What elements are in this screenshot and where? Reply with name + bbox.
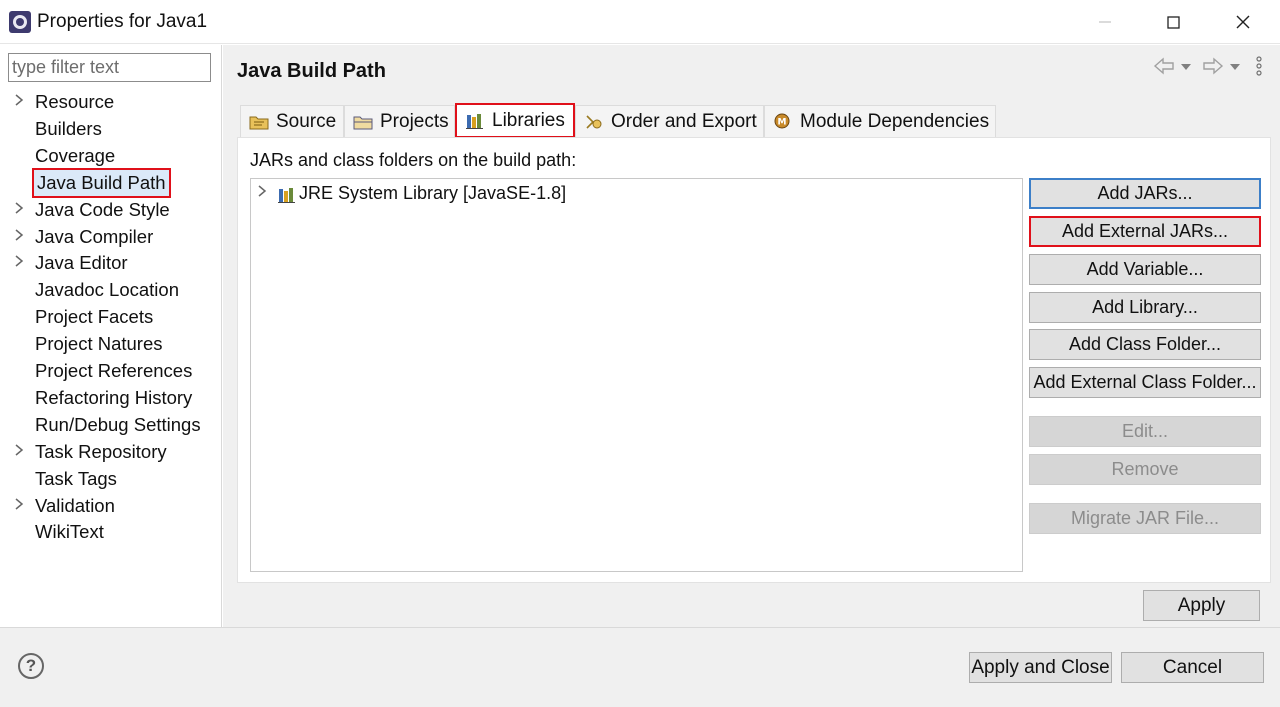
tree-item-wikitext[interactable]: WikiText <box>0 520 222 546</box>
tree-item-label: Project References <box>35 360 193 381</box>
forward-dropdown-icon[interactable] <box>1229 55 1241 77</box>
tree-item-task-repository[interactable]: Task Repository <box>0 440 222 466</box>
library-books-icon <box>278 188 295 203</box>
build-path-label: JARs and class folders on the build path… <box>250 150 577 170</box>
tab-source[interactable]: Source <box>240 105 344 137</box>
tab-label: Projects <box>380 110 449 132</box>
add-external-class-folder-button[interactable]: Add External Class Folder... <box>1029 367 1261 398</box>
expand-chevron-icon[interactable] <box>14 442 30 462</box>
minimize-button[interactable] <box>1070 0 1140 44</box>
tree-item-java-compiler[interactable]: Java Compiler <box>0 225 222 251</box>
close-icon <box>1236 15 1250 29</box>
expand-chevron-icon[interactable] <box>14 92 30 112</box>
add-jars-button[interactable]: Add JARs... <box>1029 178 1261 209</box>
add-library-button[interactable]: Add Library... <box>1029 292 1261 323</box>
tree-item-run-debug-settings[interactable]: Run/Debug Settings <box>0 413 222 439</box>
tree-item-builders[interactable]: Builders <box>0 117 222 143</box>
expand-chevron-icon[interactable] <box>257 184 267 202</box>
tab-projects[interactable]: Projects <box>344 105 455 137</box>
library-books-icon <box>466 113 483 129</box>
tree-item-validation[interactable]: Validation <box>0 494 222 520</box>
tree-item-label: Resource <box>35 91 115 112</box>
title-bar: Properties for Java1 <box>0 0 1280 44</box>
add-class-folder-button[interactable]: Add Class Folder... <box>1029 329 1261 360</box>
tree-item-label: Task Tags <box>35 468 117 489</box>
tree-item-project-facets[interactable]: Project Facets <box>0 305 222 331</box>
tree-item-label: Refactoring History <box>35 387 193 408</box>
apply-button[interactable]: Apply <box>1143 590 1260 621</box>
minimize-icon <box>1099 21 1111 23</box>
library-tree[interactable]: JRE System Library [JavaSE-1.8] <box>250 178 1023 572</box>
expand-chevron-icon[interactable] <box>14 496 30 516</box>
tree-item-label: Run/Debug Settings <box>35 414 201 435</box>
page-title: Java Build Path <box>237 60 386 82</box>
help-icon[interactable]: ? <box>18 653 44 679</box>
tree-item-label: Builders <box>35 118 102 139</box>
tree-item-coverage[interactable]: Coverage <box>0 144 222 170</box>
property-tree-pane: ResourceBuildersCoverageJava Build PathJ… <box>0 45 222 627</box>
tree-item-task-tags[interactable]: Task Tags <box>0 467 222 493</box>
migrate-jar-button[interactable]: Migrate JAR File... <box>1029 503 1261 534</box>
tree-item-refactoring-history[interactable]: Refactoring History <box>0 386 222 412</box>
expand-chevron-icon[interactable] <box>14 253 30 273</box>
tree-item-project-references[interactable]: Project References <box>0 359 222 385</box>
tree-item-label: Java Code Style <box>35 199 170 220</box>
tree-item-label: Task Repository <box>35 441 167 462</box>
close-button[interactable] <box>1208 0 1278 44</box>
tree-item-resource[interactable]: Resource <box>0 90 222 116</box>
tree-item-label: Java Build Path <box>32 168 171 198</box>
apply-and-close-button[interactable]: Apply and Close <box>969 652 1112 683</box>
tree-item-label: Coverage <box>35 145 116 166</box>
tree-item-label: Project Natures <box>35 333 163 354</box>
add-external-jars-button[interactable]: Add External JARs... <box>1029 216 1261 247</box>
tree-item-label: Javadoc Location <box>35 279 179 300</box>
tree-item-label: Java Compiler <box>35 226 154 247</box>
maximize-button[interactable] <box>1138 0 1208 44</box>
tab-label: Module Dependencies <box>800 110 990 132</box>
tab-label: Order and Export <box>611 110 757 132</box>
svg-text:M: M <box>778 117 787 127</box>
tab-label: Libraries <box>492 109 565 131</box>
window-title: Properties for Java1 <box>37 11 208 32</box>
maximize-icon <box>1166 15 1180 29</box>
module-icon: M <box>774 113 790 128</box>
add-variable-button[interactable]: Add Variable... <box>1029 254 1261 285</box>
filter-input[interactable] <box>8 53 211 82</box>
tree-item-label: Validation <box>35 495 115 516</box>
tab-order-and-export[interactable]: Order and Export <box>575 105 764 137</box>
project-folder-icon <box>353 116 373 129</box>
remove-button[interactable]: Remove <box>1029 454 1261 485</box>
back-dropdown-icon[interactable] <box>1180 55 1192 77</box>
cancel-button[interactable]: Cancel <box>1121 652 1264 683</box>
more-menu-icon[interactable] <box>1255 55 1263 77</box>
tab-module-dependencies[interactable]: M Module Dependencies <box>764 105 996 137</box>
library-label: JRE System Library [JavaSE-1.8] <box>299 183 567 203</box>
order-export-icon <box>586 114 602 129</box>
source-folder-icon <box>249 116 269 129</box>
edit-button[interactable]: Edit... <box>1029 416 1261 447</box>
tree-item-java-code-style[interactable]: Java Code Style <box>0 198 222 224</box>
dialog-footer: ? Apply and Close Cancel <box>0 627 1280 707</box>
expand-chevron-icon[interactable] <box>14 200 30 220</box>
tree-item-java-editor[interactable]: Java Editor <box>0 251 222 277</box>
tree-item-label: WikiText <box>35 521 104 542</box>
tree-item-label: Project Facets <box>35 306 154 327</box>
back-arrow-icon[interactable] <box>1153 55 1175 77</box>
tab-label: Source <box>276 110 337 132</box>
libraries-panel: JARs and class folders on the build path… <box>237 137 1271 583</box>
tree-item-java-build-path[interactable]: Java Build Path <box>0 168 222 198</box>
expand-chevron-icon[interactable] <box>14 227 30 247</box>
tab-libraries[interactable]: Libraries <box>455 103 575 138</box>
forward-arrow-icon[interactable] <box>1202 55 1224 77</box>
page-pane: Java Build Path Source Projects Librarie… <box>223 45 1280 627</box>
tree-item-project-natures[interactable]: Project Natures <box>0 332 222 358</box>
tree-item-javadoc-location[interactable]: Javadoc Location <box>0 278 222 304</box>
eclipse-icon <box>9 11 31 33</box>
tree-item-label: Java Editor <box>35 252 128 273</box>
